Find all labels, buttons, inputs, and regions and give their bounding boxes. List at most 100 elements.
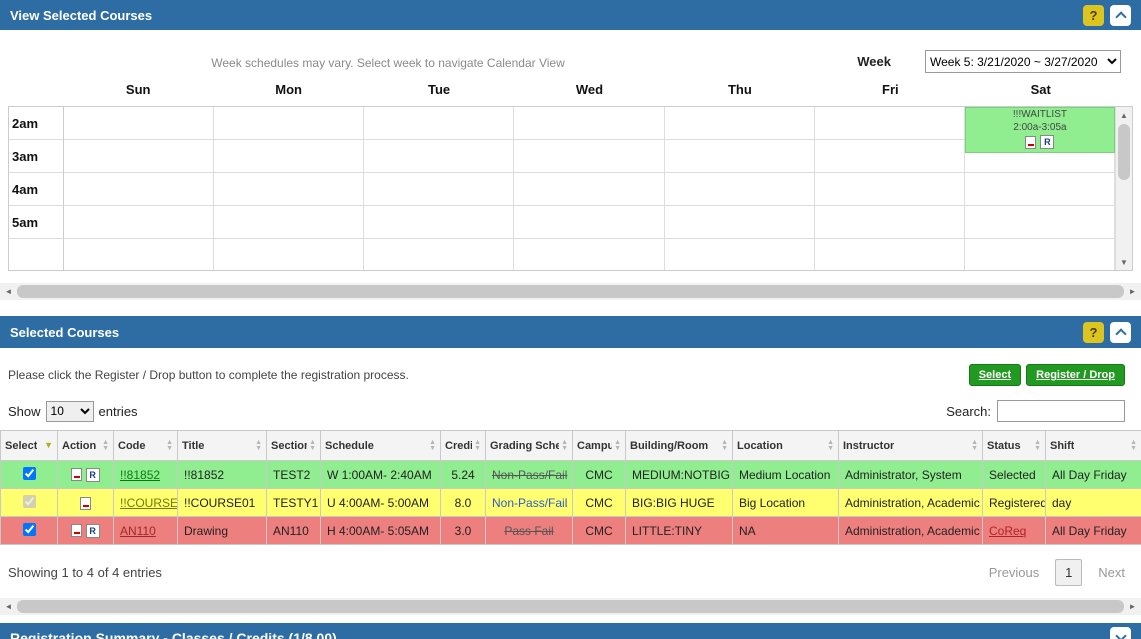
calendar-event[interactable]: !!!WAITLIST 2:00a-3:05a R bbox=[965, 107, 1115, 153]
calendar-vertical-scrollbar[interactable]: ▲ ▼ bbox=[1115, 107, 1132, 270]
course-code-link[interactable]: AN110 bbox=[120, 524, 156, 538]
instruction-text: Please click the Register / Drop button … bbox=[8, 368, 409, 382]
time-gutter-spacer bbox=[8, 82, 63, 104]
column-header-section[interactable]: Section▲▼ bbox=[267, 431, 321, 461]
calendar-horizontal-scrollbar[interactable]: ◄ ► bbox=[0, 283, 1141, 300]
register-icon[interactable]: R bbox=[1040, 135, 1054, 149]
column-header-status[interactable]: Status▲▼ bbox=[983, 431, 1046, 461]
collapse-panel-button[interactable] bbox=[1110, 322, 1131, 343]
status-link[interactable]: CoReq bbox=[989, 524, 1026, 538]
column-label: Instructor bbox=[843, 440, 894, 452]
column-label: Section bbox=[271, 440, 307, 452]
instruction-row: Please click the Register / Drop button … bbox=[0, 348, 1141, 390]
row-select-checkbox[interactable] bbox=[23, 523, 36, 536]
drop-icon[interactable] bbox=[71, 524, 82, 537]
entries-label: entries bbox=[99, 404, 138, 419]
column-header-schedule[interactable]: Schedule▲▼ bbox=[321, 431, 441, 461]
sort-icon: ▲▼ bbox=[971, 440, 978, 452]
register-icon[interactable]: R bbox=[86, 468, 100, 482]
scroll-down-arrow-icon[interactable]: ▼ bbox=[1116, 254, 1132, 270]
drop-icon[interactable] bbox=[71, 468, 82, 481]
column-header-location[interactable]: Location▲▼ bbox=[733, 431, 839, 461]
help-button[interactable]: ? bbox=[1083, 5, 1104, 26]
grading-scheme: Pass Fail bbox=[504, 524, 553, 538]
help-button[interactable]: ? bbox=[1083, 322, 1104, 343]
grading-scheme[interactable]: Non-Pass/Fail bbox=[492, 496, 567, 510]
column-label: Grading Scheme bbox=[490, 440, 559, 452]
show-entries-select[interactable]: 10 bbox=[46, 401, 94, 422]
column-header-inner: Section▲▼ bbox=[271, 440, 316, 452]
pagination-page-1[interactable]: 1 bbox=[1055, 559, 1082, 586]
column-header-title[interactable]: Title▲▼ bbox=[178, 431, 267, 461]
column-label: Location bbox=[737, 440, 783, 452]
drop-icon[interactable] bbox=[1025, 136, 1036, 149]
row-select-checkbox[interactable] bbox=[23, 467, 36, 480]
column-label: Select bbox=[5, 440, 37, 452]
register-drop-button[interactable]: Register / Drop bbox=[1026, 364, 1125, 386]
cell-action: R bbox=[58, 517, 114, 545]
event-actions: R bbox=[966, 135, 1114, 149]
selected-courses-table: Select▼Action▲▼Code▲▼Title▲▼Section▲▼Sch… bbox=[0, 430, 1141, 545]
calendar-cell bbox=[514, 206, 664, 239]
horizontal-scroll-thumb[interactable] bbox=[17, 285, 1124, 298]
cell-location: Big Location bbox=[733, 489, 839, 517]
scroll-right-arrow-icon[interactable]: ► bbox=[1124, 283, 1141, 300]
column-header-campus[interactable]: Campus▲▼ bbox=[573, 431, 626, 461]
search-input[interactable] bbox=[997, 400, 1125, 422]
column-header-select[interactable]: Select▼ bbox=[1, 431, 58, 461]
table-horizontal-scrollbar[interactable]: ◄ ► bbox=[0, 598, 1141, 615]
pagination-next[interactable]: Next bbox=[1098, 565, 1125, 580]
pagination-previous[interactable]: Previous bbox=[989, 565, 1040, 580]
scroll-left-arrow-icon[interactable]: ◄ bbox=[0, 598, 17, 615]
calendar-day-row: SunMonTueWedThuFriSat bbox=[8, 82, 1133, 104]
event-title: !!!WAITLIST bbox=[966, 109, 1114, 122]
sort-icon: ▲▼ bbox=[561, 440, 568, 452]
sort-down-icon: ▼ bbox=[614, 446, 621, 452]
day-header-mon: Mon bbox=[213, 82, 363, 104]
table-body: R !!81852!!81852TEST2W 1:00AM- 2:40AM5.2… bbox=[1, 461, 1141, 545]
column-header-building-room[interactable]: Building/Room▲▼ bbox=[626, 431, 733, 461]
week-select[interactable]: Week 5: 3/21/2020 ~ 3/27/2020 bbox=[925, 50, 1121, 73]
selected-courses-title: Selected Courses bbox=[10, 325, 119, 340]
scroll-right-arrow-icon[interactable]: ► bbox=[1124, 598, 1141, 615]
cell-credits: 3.0 bbox=[441, 517, 486, 545]
column-header-inner: Status▲▼ bbox=[987, 440, 1041, 452]
column-header-grading-scheme[interactable]: Grading Scheme▲▼ bbox=[486, 431, 573, 461]
row-select-checkbox[interactable] bbox=[23, 495, 36, 508]
column-header-code[interactable]: Code▲▼ bbox=[114, 431, 178, 461]
cell-campus: CMC bbox=[573, 489, 626, 517]
column-header-shift[interactable]: Shift▲▼ bbox=[1046, 431, 1141, 461]
calendar-toolbar: Week schedules may vary. Select week to … bbox=[8, 48, 1133, 78]
cell-section: TESTY1 bbox=[267, 489, 321, 517]
cell-schedule: W 1:00AM- 2:40AM bbox=[321, 461, 441, 489]
select-button[interactable]: Select bbox=[969, 364, 1021, 386]
week-label: Week bbox=[857, 54, 891, 69]
vertical-scroll-thumb[interactable] bbox=[1118, 124, 1130, 180]
time-label: 2am bbox=[9, 107, 64, 140]
sort-icon: ▲▼ bbox=[309, 440, 316, 452]
pagination: Previous 1 Next bbox=[989, 559, 1125, 586]
column-header-credits[interactable]: Credits▲▼ bbox=[441, 431, 486, 461]
sort-down-icon: ▼ bbox=[474, 446, 481, 452]
table-header-row: Select▼Action▲▼Code▲▼Title▲▼Section▲▼Sch… bbox=[1, 431, 1141, 461]
course-code-link[interactable]: !!81852 bbox=[120, 468, 160, 482]
register-icon[interactable]: R bbox=[86, 524, 100, 538]
calendar-grid: 2am3am4am5am bbox=[9, 107, 1115, 270]
column-header-inner: Title▲▼ bbox=[182, 440, 262, 452]
drop-icon[interactable] bbox=[80, 497, 91, 510]
expand-panel-button[interactable] bbox=[1110, 627, 1131, 639]
column-header-action[interactable]: Action▲▼ bbox=[58, 431, 114, 461]
calendar-cell bbox=[214, 239, 364, 270]
calendar-cell bbox=[965, 206, 1115, 239]
scroll-left-arrow-icon[interactable]: ◄ bbox=[0, 283, 17, 300]
cell-status: CoReq bbox=[983, 517, 1046, 545]
scroll-up-arrow-icon[interactable]: ▲ bbox=[1116, 107, 1132, 123]
calendar-cell bbox=[64, 206, 214, 239]
calendar-cell bbox=[214, 173, 364, 206]
column-header-inner: Code▲▼ bbox=[118, 440, 173, 452]
horizontal-scroll-thumb[interactable] bbox=[17, 600, 1124, 613]
collapse-panel-button[interactable] bbox=[1110, 5, 1131, 26]
column-header-instructor[interactable]: Instructor ▲▼ bbox=[839, 431, 983, 461]
event-time: 2:00a-3:05a bbox=[966, 122, 1114, 135]
course-code-link[interactable]: !!COURSE01 bbox=[120, 496, 178, 510]
